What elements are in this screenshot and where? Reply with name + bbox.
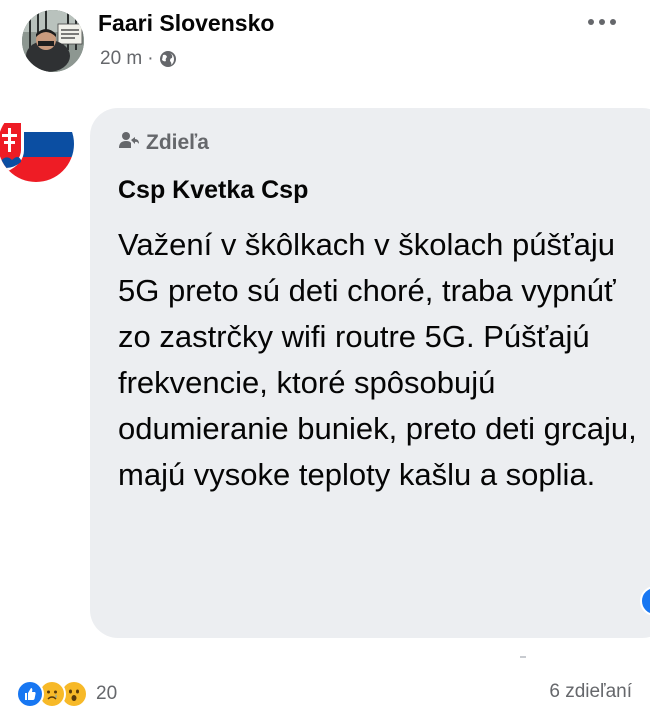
more-options-button[interactable] (584, 12, 620, 32)
post-header: Faari Slovensko 20 m · (0, 0, 650, 90)
shares-count[interactable]: 6 zdieľaní (549, 681, 632, 703)
shared-author-name[interactable]: Csp Kvetka Csp (118, 176, 308, 205)
more-horizontal-icon (588, 19, 616, 25)
share-label: Zdieľa (118, 130, 209, 156)
divider (520, 656, 526, 658)
reactions-summary[interactable]: 20 (16, 680, 117, 708)
meta-separator: · (147, 48, 154, 69)
author-name[interactable]: Faari Slovensko (98, 10, 274, 37)
shared-post-bubble[interactable]: Zdieľa Csp Kvetka Csp Važení v škôlkach … (90, 108, 650, 638)
like-icon (16, 680, 44, 708)
share-label-text: Zdieľa (146, 131, 209, 154)
author-avatar[interactable] (22, 10, 84, 72)
globe-icon (159, 50, 177, 68)
share-person-icon (118, 130, 140, 156)
author-photo (22, 10, 84, 72)
post-footer: 20 6 zdieľaní (0, 670, 650, 720)
reaction-count[interactable]: 20 (96, 683, 117, 705)
shared-author-avatar[interactable] (0, 106, 74, 182)
facebook-post: Faari Slovensko 20 m · Zdieľa Csp Kvetka… (0, 0, 650, 720)
post-time[interactable]: 20 m (100, 48, 142, 70)
slovak-flag-avatar (0, 106, 74, 182)
post-meta: 20 m · (100, 48, 177, 70)
shared-post-text: Važení v škôlkach v školach púšťaju 5G p… (118, 227, 637, 492)
